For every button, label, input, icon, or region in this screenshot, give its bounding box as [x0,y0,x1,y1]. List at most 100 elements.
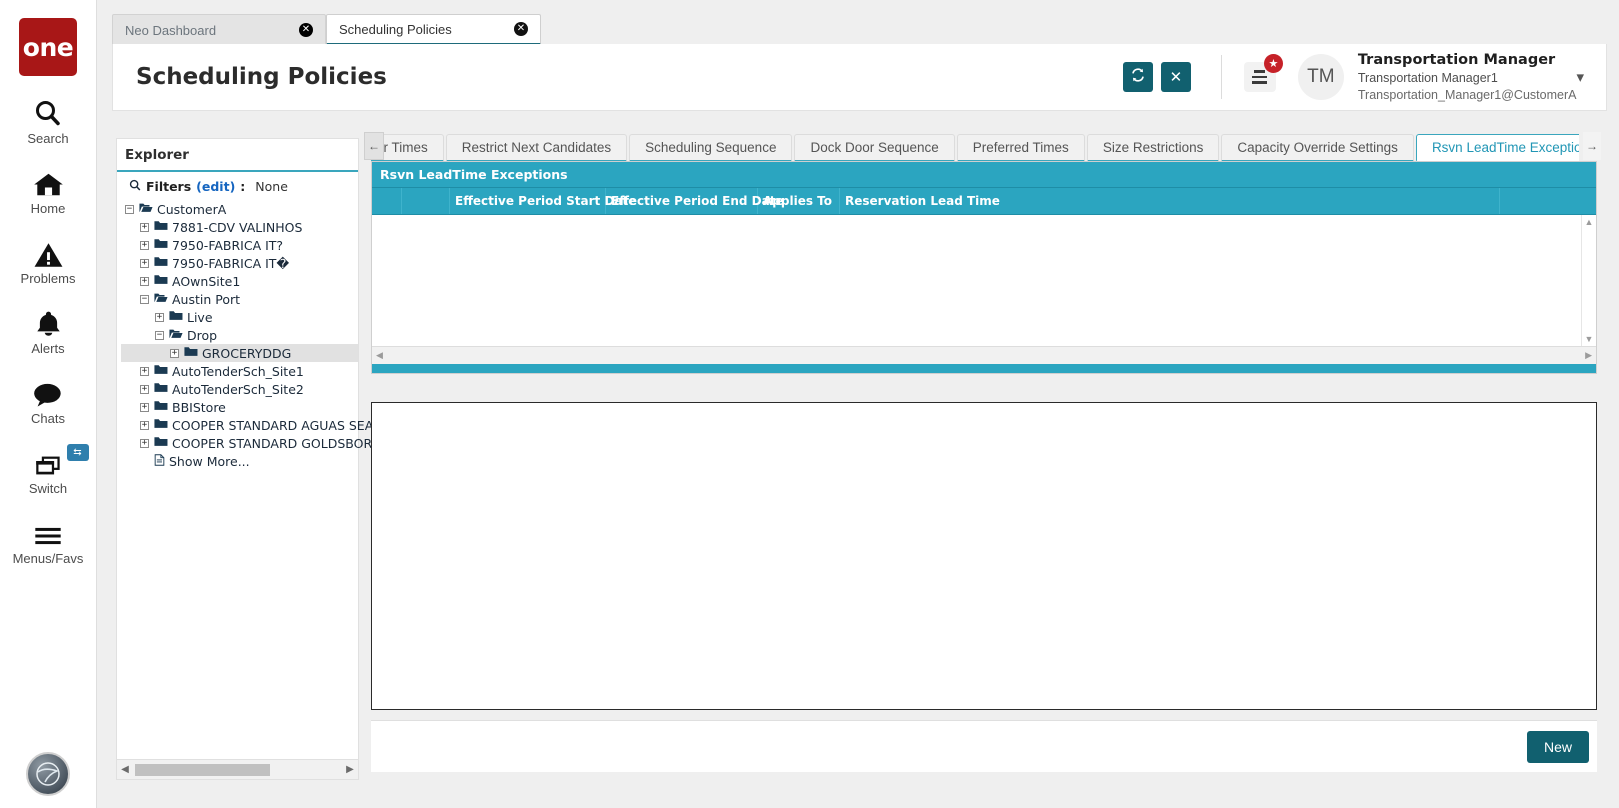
close-circle-icon[interactable]: ✕ [514,22,528,36]
nav-item-menus-favs[interactable]: Menus/Favs [0,516,97,566]
chevron-down-icon[interactable]: ▾ [1576,68,1584,86]
policy-tab[interactable]: Preferred Times [956,134,1085,162]
tree-node[interactable]: + COOPER STANDARD GOLDSBORO [121,434,382,452]
avatar[interactable]: TM [1297,54,1344,100]
grid-column-header[interactable]: Reservation Lead Time [840,188,1500,214]
collapse-icon[interactable]: − [125,204,134,214]
nav-item-alerts[interactable]: Alerts [0,306,97,356]
caret-left-icon[interactable]: ◀ [117,764,133,775]
policy-tab-label: Capacity Override Settings [1237,140,1398,155]
expand-icon[interactable]: + [140,420,149,430]
new-button[interactable]: New [1526,730,1589,763]
caret-left-icon[interactable]: ◀ [376,350,383,361]
grid-column-header[interactable] [402,188,450,214]
tree-node[interactable]: − Drop [121,326,358,344]
page-tab-label: Neo Dashboard [125,22,217,38]
nav-item-search[interactable]: Search [0,96,97,146]
expand-icon[interactable]: + [140,438,149,448]
close-button[interactable]: ✕ [1160,62,1191,92]
swap-arrows-icon[interactable]: ⇆ [66,444,89,461]
explorer-hscrollbar[interactable]: ◀ ▶ [117,759,358,779]
policy-tabs-clip: ct Other TimesRestrict Next CandidatesSc… [371,132,1579,162]
policy-tab[interactable]: Rsvn LeadTime Exceptions [1415,134,1579,162]
tree-node[interactable]: +7881-CDV VALINHOS [121,218,358,236]
notifications-menu-button[interactable]: ★ [1243,54,1283,92]
collapse-icon[interactable]: − [155,330,164,340]
tree-node[interactable]: + Live [121,308,358,326]
page-tab-strip: Neo Dashboard ✕ Scheduling Policies ✕ [112,14,541,45]
nav-item-switch[interactable]: ⇆ Switch [0,444,97,496]
grid-vscrollbar[interactable]: ▲ ▼ [1581,215,1596,346]
tree-node[interactable]: +7950-FABRICA IT? [121,236,358,254]
home-icon [33,166,64,198]
tree-node[interactable]: + COOPER STANDARD AGUAS SEALING (: [121,416,416,434]
warning-triangle-icon [34,236,63,268]
tree-node-label: Drop [187,327,218,343]
tree-node[interactable]: +7950-FABRICA IT� [121,254,358,272]
page-tab-scheduling-policies[interactable]: Scheduling Policies ✕ [326,14,541,45]
grid-column-header[interactable]: Effective Period End Date [606,188,784,214]
expand-icon[interactable]: + [140,258,149,268]
policy-tab[interactable]: Restrict Next Candidates [445,134,628,162]
grid-column-header[interactable] [372,188,402,214]
expand-icon[interactable]: + [170,348,179,358]
tree-node[interactable]: + GROCERYDDG [121,344,358,362]
caret-right-icon[interactable]: ▶ [1585,350,1592,361]
explorer-hscroll-thumb[interactable] [135,763,270,776]
close-circle-icon[interactable]: ✕ [299,23,313,37]
expand-icon[interactable]: + [140,276,149,286]
tree-node[interactable]: + BBIStore [121,398,358,416]
arrow-right-icon: → [1586,139,1598,153]
tabs-scroll-right-button[interactable]: → [1583,132,1601,160]
nav-label-home: Home [30,201,66,216]
filters-edit-link[interactable]: (edit) [196,179,235,194]
caret-right-icon[interactable]: ▶ [342,764,358,775]
policy-tab[interactable]: Dock Door Sequence [794,134,955,162]
grid-column-header[interactable]: Effective Period Start Date [450,188,636,214]
tree-node-label: Live [187,309,213,325]
expand-icon[interactable]: + [140,402,149,412]
grid-column-header[interactable]: Applies To [758,188,840,214]
tree-node-label: Austin Port [172,291,241,307]
user-name: Transportation Manager1 [1357,71,1498,86]
tree-node[interactable]: + AOwnSite1 [121,272,358,290]
tabs-scroll-left-button[interactable]: ← [364,132,384,160]
tree-node-label: COOPER STANDARD GOLDSBORO [172,435,383,451]
page-tab-neo-dashboard[interactable]: Neo Dashboard ✕ [112,14,326,45]
expand-icon[interactable]: + [140,240,149,250]
tree-node[interactable]: Show More... [121,452,358,470]
one-logo[interactable]: one [19,18,77,76]
tree-node[interactable]: + AutoTenderSch_Site1 [121,362,358,380]
detail-form-panel [371,402,1597,710]
nav-item-chats[interactable]: Chats [0,376,97,426]
content-area: Explorer Filters (edit) : None − Customer… [112,126,1607,780]
expand-icon[interactable]: + [155,312,164,322]
filters-label: Filters [146,179,192,194]
policy-tab[interactable]: Capacity Override Settings [1221,134,1414,162]
nav-label-switch-chats: Chats [31,411,65,426]
expand-icon[interactable]: + [140,366,149,376]
grid-hscrollbar[interactable]: ◀ ▶ [372,346,1596,364]
explorer-filters: Filters (edit) : None [117,172,358,200]
folder-icon [154,274,168,288]
tree-node[interactable]: + AutoTenderSch_Site2 [121,380,358,398]
expand-icon[interactable]: + [140,384,149,394]
tree-node[interactable]: − CustomerA [121,200,358,218]
folder-icon [154,256,168,270]
nav-item-home[interactable]: Home [0,166,97,216]
policy-tab[interactable]: Size Restrictions [1086,134,1220,162]
grid-bottom-accent-bar [372,364,1596,373]
policy-tab[interactable]: Scheduling Sequence [629,134,793,162]
caret-down-icon[interactable]: ▼ [1585,334,1594,344]
tree-node-label: 7950-FABRICA IT? [172,237,284,253]
tree-node-label: AutoTenderSch_Site2 [172,381,304,397]
collapse-icon[interactable]: − [140,294,149,304]
policy-panel: ← ct Other TimesRestrict Next Candidates… [364,132,1601,780]
caret-up-icon[interactable]: ▲ [1585,217,1594,227]
nav-label-search: Search [27,131,69,146]
tree-node[interactable]: − Austin Port [121,290,358,308]
expand-icon[interactable]: + [140,222,149,232]
refresh-button[interactable] [1122,62,1153,92]
nav-item-problems[interactable]: Problems [0,236,97,286]
globe-avatar-icon[interactable] [26,752,70,796]
